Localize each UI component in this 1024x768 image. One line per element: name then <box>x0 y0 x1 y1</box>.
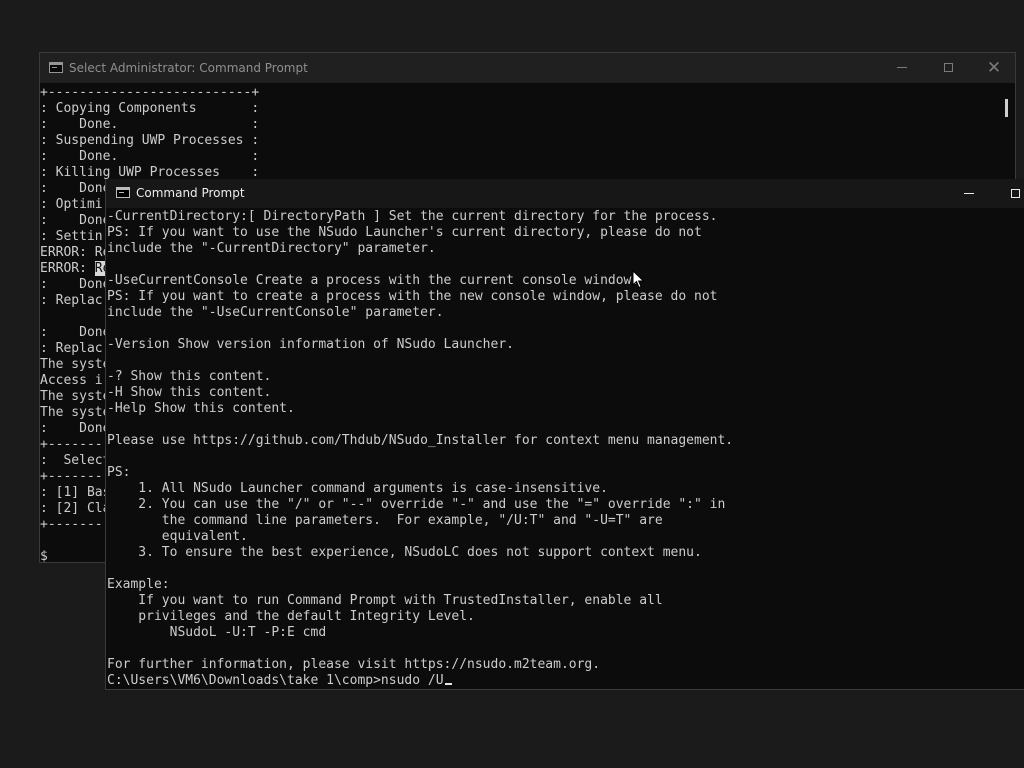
console-line: the command line parameters. For example… <box>107 513 663 528</box>
console-line: : Suspending UWP Processes : <box>40 133 260 148</box>
console-line: -? Show this content. <box>107 369 272 384</box>
console-line: For further information, please visit ht… <box>107 657 601 672</box>
console-line: 2. You can use the "/" or "--" override … <box>107 497 726 512</box>
command-prompt-line[interactable]: C:\Users\VM6\Downloads\take 1\comp>nsudo… <box>107 673 1024 689</box>
close-button[interactable]: ✕ <box>971 53 1017 83</box>
maximize-icon <box>943 63 953 72</box>
console-line: : Done. : <box>40 117 260 132</box>
console-line: : Copying Components : <box>40 101 260 116</box>
console-output[interactable]: -CurrentDirectory:[ DirectoryPath ] Set … <box>107 209 1024 689</box>
console-line: 1. All NSudo Launcher command arguments … <box>107 481 608 496</box>
console-line: Please use https://github.com/Thdub/NSud… <box>107 433 734 448</box>
close-icon: ✕ <box>986 58 1002 78</box>
admin-window-title: Select Administrator: Command Prompt <box>69 61 308 75</box>
console-line: If you want to run Command Prompt with T… <box>107 593 663 608</box>
command-prompt-title: Command Prompt <box>136 186 245 200</box>
console-line: equivalent. <box>107 529 248 544</box>
console-line: +--------------------------+ <box>40 85 260 100</box>
console-scrollbar[interactable] <box>1005 99 1008 117</box>
console-line: PS: <box>107 465 131 480</box>
console-line-text: ERROR: <box>40 261 95 276</box>
console-line: -CurrentDirectory:[ DirectoryPath ] Set … <box>107 209 718 224</box>
console-line: -UseCurrentConsole Create a process with… <box>107 273 640 288</box>
maximize-button[interactable] <box>925 53 971 83</box>
console-line: Example: <box>107 577 170 592</box>
minimize-icon <box>897 67 907 68</box>
console-line: NSudoL -U:T -P:E cmd <box>107 625 327 640</box>
text-cursor <box>444 683 452 685</box>
console-app-icon <box>116 187 130 198</box>
console-line: -Version Show version information of NSu… <box>107 337 514 352</box>
command-prompt-window[interactable]: Command Prompt -CurrentDirectory:[ Direc… <box>105 179 1024 690</box>
maximize-icon <box>1010 189 1020 198</box>
maximize-button[interactable] <box>992 179 1024 208</box>
console-line: -Help Show this content. <box>107 401 295 416</box>
console-line: 3. To ensure the best experience, NSudoL… <box>107 545 702 560</box>
console-line: : Done. : <box>40 149 260 164</box>
command-input-text[interactable]: C:\Users\VM6\Downloads\take 1\comp>nsudo… <box>107 673 444 688</box>
admin-window-titlebar[interactable]: Select Administrator: Command Prompt ✕ <box>40 53 1015 83</box>
console-line: privileges and the default Integrity Lev… <box>107 609 475 624</box>
console-app-icon <box>49 62 63 73</box>
console-line: PS: If you want to use the NSudo Launche… <box>107 225 702 240</box>
console-line: include the "-UseCurrentConsole" paramet… <box>107 305 444 320</box>
minimize-button[interactable] <box>946 179 992 208</box>
minimize-button[interactable] <box>879 53 925 83</box>
console-line: -H Show this content. <box>107 385 272 400</box>
console-line: include the "-CurrentDirectory" paramete… <box>107 241 436 256</box>
command-prompt-titlebar[interactable]: Command Prompt <box>106 179 1024 208</box>
console-line: PS: If you want to create a process with… <box>107 289 718 304</box>
mouse-pointer-icon <box>632 270 645 289</box>
minimize-icon <box>964 193 974 194</box>
